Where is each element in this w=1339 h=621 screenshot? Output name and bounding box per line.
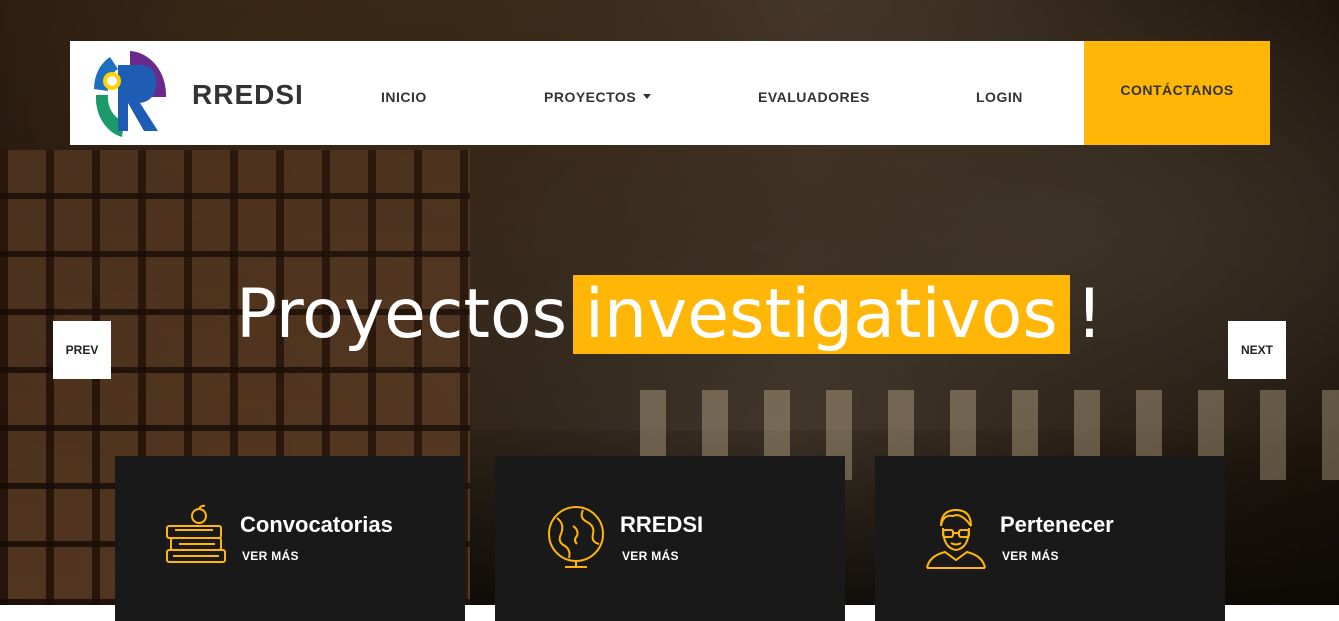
nav-item-evaluadores[interactable]: EVALUADORES [758, 89, 870, 105]
ver-mas-link[interactable]: VER MÁS [622, 549, 679, 563]
headline-end: ! [1075, 275, 1104, 354]
headline-text: Proyectos [235, 275, 568, 354]
ver-mas-link[interactable]: VER MÁS [242, 549, 299, 563]
globe-icon [548, 506, 604, 568]
feature-title: Pertenecer [1000, 512, 1114, 537]
top-navbar: RREDSI INICIO PROYECTOS EVALUADORES LOGI… [70, 41, 1270, 145]
nav-item-proyectos-label: PROYECTOS [544, 89, 637, 105]
slider-prev-button[interactable]: PREV [53, 321, 111, 379]
contact-button[interactable]: CONTÁCTANOS [1084, 41, 1270, 145]
books-apple-icon [166, 504, 226, 563]
nav-item-proyectos[interactable]: PROYECTOS [544, 89, 652, 105]
hero-headline: Proyectos investigativos! [0, 272, 1339, 358]
nav-item-login[interactable]: LOGIN [976, 89, 1023, 105]
feature-title: RREDSI [620, 512, 704, 537]
brand-name[interactable]: RREDSI [192, 79, 304, 111]
chevron-down-icon [643, 93, 652, 99]
feature-title: Convocatorias [240, 512, 393, 537]
nav-item-inicio[interactable]: INICIO [381, 89, 427, 105]
feature-card-rredsi[interactable]: RREDSI VER MÁS [495, 456, 845, 621]
feature-card-pertenecer[interactable]: Pertenecer VER MÁS [875, 456, 1225, 621]
person-glasses-icon [926, 508, 986, 569]
rredsi-logo[interactable] [90, 45, 172, 141]
headline-highlight: investigativos [573, 275, 1070, 354]
feature-card-convocatorias[interactable]: Convocatorias VER MÁS [115, 456, 465, 621]
ver-mas-link[interactable]: VER MÁS [1002, 549, 1059, 563]
slider-next-button[interactable]: NEXT [1228, 321, 1286, 379]
